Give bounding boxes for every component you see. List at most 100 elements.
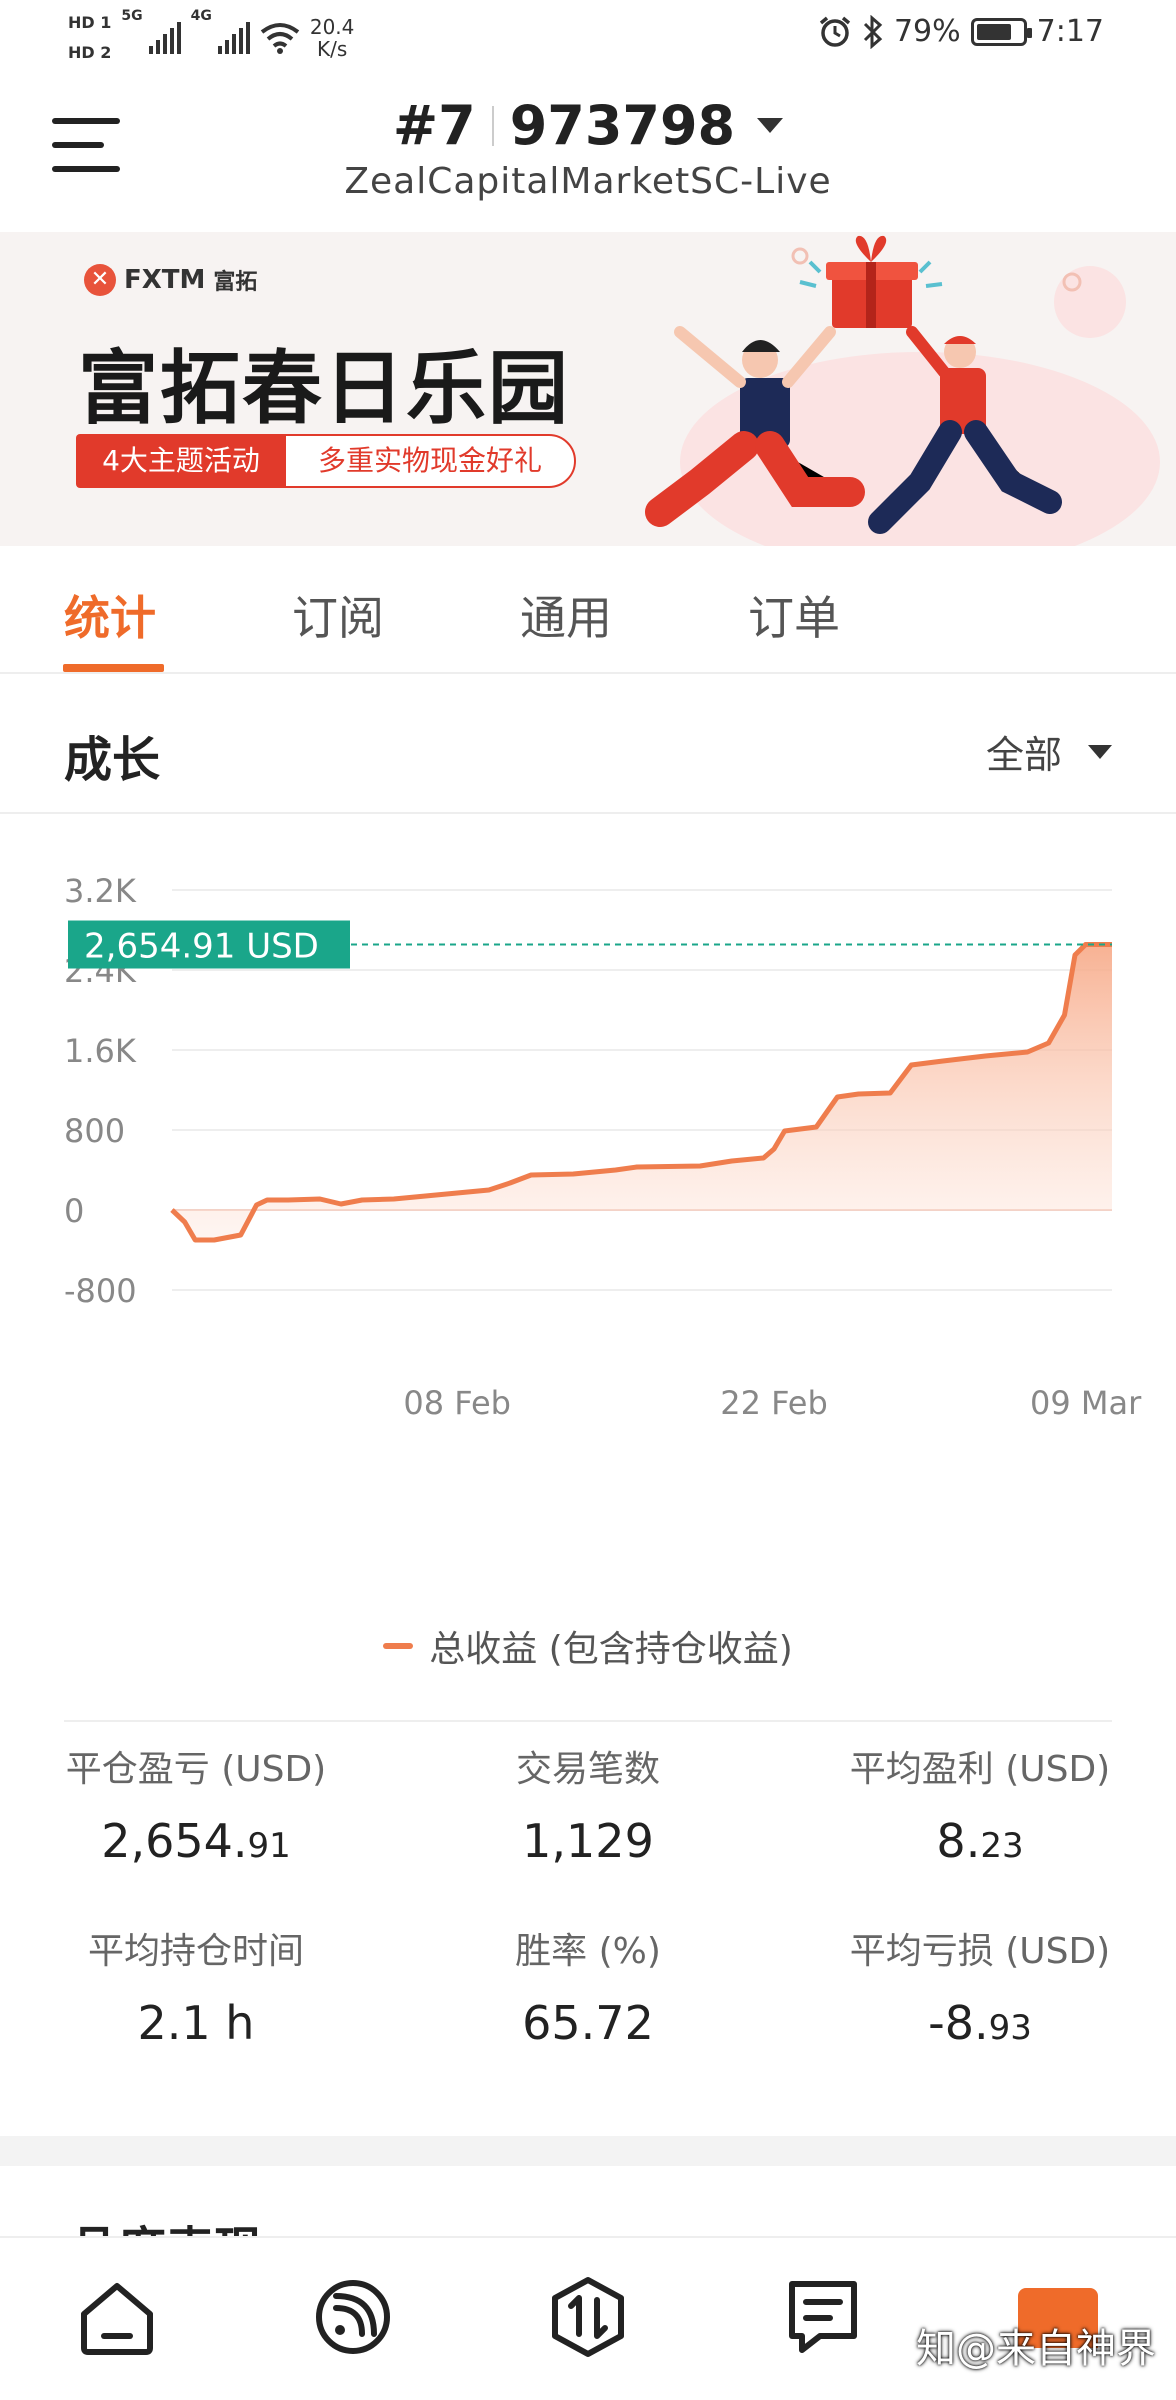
- server-name: ZealCapitalMarketSC-Live: [344, 161, 832, 202]
- stat-value-main: -8.: [928, 1996, 989, 2050]
- promo-banner[interactable]: ✕ FXTM 富拓 富拓春日乐园 4大主题活动 多重实物现金好礼: [0, 232, 1176, 546]
- stat-value: 1,129: [392, 1814, 784, 1868]
- app-screen: HD 1 HD 2 5G 4G 20.4 K/s 79% 7:17 #7 973…: [0, 0, 1176, 2400]
- nav-home[interactable]: [74, 2274, 160, 2360]
- battery-icon: [970, 17, 1032, 46]
- tab-active-indicator: [63, 664, 164, 672]
- account-index: #7: [392, 94, 476, 157]
- wifi-icon: [260, 23, 300, 54]
- battery-percent: 79%: [893, 14, 961, 49]
- nav-feed[interactable]: [310, 2274, 396, 2360]
- legend-label: 总收益 (包含持仓收益): [429, 1629, 793, 1670]
- feed-icon: [316, 2280, 390, 2354]
- legend-swatch: [383, 1643, 414, 1649]
- growth-chart: 3.2K 2.4K 1.6K 800 0 -800 2,654.91 USD 08 Feb 22…: [0, 840, 1176, 1670]
- bottom-nav: 知@来自神界: [0, 2236, 1176, 2400]
- nav-trade[interactable]: [545, 2274, 631, 2360]
- speed-value: 20.4: [309, 15, 355, 39]
- stat-value-decimal: 91: [247, 1826, 291, 1866]
- stat-avg-profit: 平均盈利 (USD) 8.23: [784, 1740, 1176, 1868]
- stat-value: 8.23: [784, 1814, 1176, 1868]
- clock: 7:17: [1036, 14, 1104, 49]
- stat-label: 交易笔数: [515, 1749, 660, 1790]
- y-tick-label: 3.2K: [64, 872, 137, 910]
- notes-icon: [789, 2281, 857, 2353]
- range-filter-label: 全部: [985, 733, 1062, 777]
- divider: [0, 812, 1176, 814]
- network-5g-label: 5G: [121, 8, 143, 24]
- brand-logo: ✕ FXTM 富拓: [84, 264, 257, 296]
- network-4g-label: 4G: [190, 8, 212, 24]
- y-tick-label: 1.6K: [64, 1032, 137, 1070]
- sim-indicator: HD 1 HD 2: [68, 8, 111, 68]
- x-tick-label: 08 Feb: [403, 1384, 511, 1422]
- series-area: [172, 944, 1112, 1240]
- account-separator: [491, 105, 494, 146]
- signal-icon: [217, 22, 250, 54]
- stat-value-main: 1,129: [522, 1814, 654, 1868]
- y-tick-label: -800: [64, 1272, 137, 1310]
- stat-label: 平均亏损 (USD): [849, 1931, 1111, 1972]
- banner-title: 富拓春日乐园: [78, 342, 570, 435]
- stat-value-main: 2,654.: [101, 1814, 248, 1868]
- stat-label: 平均持仓时间: [87, 1931, 304, 1972]
- stat-closed-pnl: 平仓盈亏 (USD) 2,654.91: [0, 1740, 392, 1868]
- x-tick-label: 09 Mar: [1030, 1384, 1142, 1422]
- hd2-label: HD 2: [68, 43, 112, 62]
- watermark: 知@来自神界: [916, 2326, 1156, 2372]
- y-tick-label: 800: [64, 1112, 125, 1150]
- stat-value-main: 65.72: [522, 1996, 654, 2050]
- stat-value-decimal: 93: [988, 2008, 1032, 2048]
- stat-avg-hold-time: 平均持仓时间 2.1 h: [0, 1922, 392, 2050]
- stat-value: 2,654.91: [0, 1814, 392, 1868]
- brand-name-cn: 富拓: [213, 270, 258, 295]
- divider: [64, 1720, 1112, 1722]
- growth-chart-svg: 3.2K2.4K1.6K8000-8002,654.91 USD08 Feb 22…: [64, 872, 1142, 1422]
- network-speed: 20.4 K/s: [310, 16, 355, 60]
- signal-icon: [148, 22, 181, 54]
- stat-trade-count: 交易笔数 1,129: [392, 1740, 784, 1868]
- tab-general[interactable]: 通用: [520, 582, 612, 648]
- alarm-icon: [819, 16, 851, 47]
- stat-value-decimal: 23: [980, 1826, 1024, 1866]
- chart-legend: 总收益 (包含持仓收益): [0, 1620, 1176, 1672]
- stat-value: -8.93: [784, 1996, 1176, 2050]
- tab-statistics[interactable]: 统计: [64, 582, 156, 648]
- stat-value: 65.72: [392, 1996, 784, 2050]
- celebration-illustration: [645, 235, 1160, 546]
- tab-bar: 统计 订阅 通用 订单: [0, 546, 1176, 674]
- home-icon: [81, 2283, 153, 2355]
- app-header: #7 973798 ZealCapitalMarketSC-Live: [0, 80, 1176, 230]
- hd1-label: HD 1: [68, 13, 112, 32]
- range-filter[interactable]: 全部: [986, 724, 1112, 779]
- stat-value-main: 2.1 h: [137, 1996, 255, 2050]
- current-value-label: 2,654.91 USD: [84, 927, 319, 967]
- speed-unit: K/s: [316, 37, 348, 61]
- stat-win-rate: 胜率 (%) 65.72: [392, 1922, 784, 2050]
- chevron-down-icon: [1088, 744, 1112, 759]
- account-number: 973798: [509, 94, 736, 157]
- section-gap: [0, 2136, 1176, 2166]
- brand-name: FXTM: [124, 265, 206, 295]
- section-title: 成长: [64, 732, 161, 788]
- trade-icon: [552, 2277, 624, 2357]
- account-switcher[interactable]: #7 973798 ZealCapitalMarketSC-Live: [0, 94, 1176, 202]
- banner-tag-secondary: 多重实物现金好礼: [284, 434, 576, 488]
- fxtm-logo-icon: ✕: [84, 264, 116, 296]
- chevron-down-icon: [757, 118, 784, 133]
- y-tick-label: 0: [64, 1192, 84, 1230]
- bluetooth-icon: [863, 14, 883, 49]
- stat-label: 平仓盈亏 (USD): [65, 1749, 327, 1790]
- stat-avg-loss: 平均亏损 (USD) -8.93: [784, 1922, 1176, 2050]
- stats-grid: 平仓盈亏 (USD) 2,654.91 交易笔数 1,129 平均盈利 (USD…: [0, 1740, 1176, 2100]
- banner-tag-primary: 4大主题活动: [76, 434, 286, 488]
- nav-notes[interactable]: [780, 2274, 866, 2360]
- stat-label: 平均盈利 (USD): [849, 1749, 1111, 1790]
- x-tick-label: 22 Feb: [720, 1384, 828, 1422]
- stat-value-main: 8.: [936, 1814, 981, 1868]
- tab-orders[interactable]: 订单: [748, 582, 840, 648]
- tab-subscribe[interactable]: 订阅: [292, 582, 384, 648]
- stat-label: 胜率 (%): [515, 1931, 661, 1972]
- stat-value: 2.1 h: [0, 1996, 392, 2050]
- status-bar: HD 1 HD 2 5G 4G 20.4 K/s 79% 7:17: [0, 0, 1176, 72]
